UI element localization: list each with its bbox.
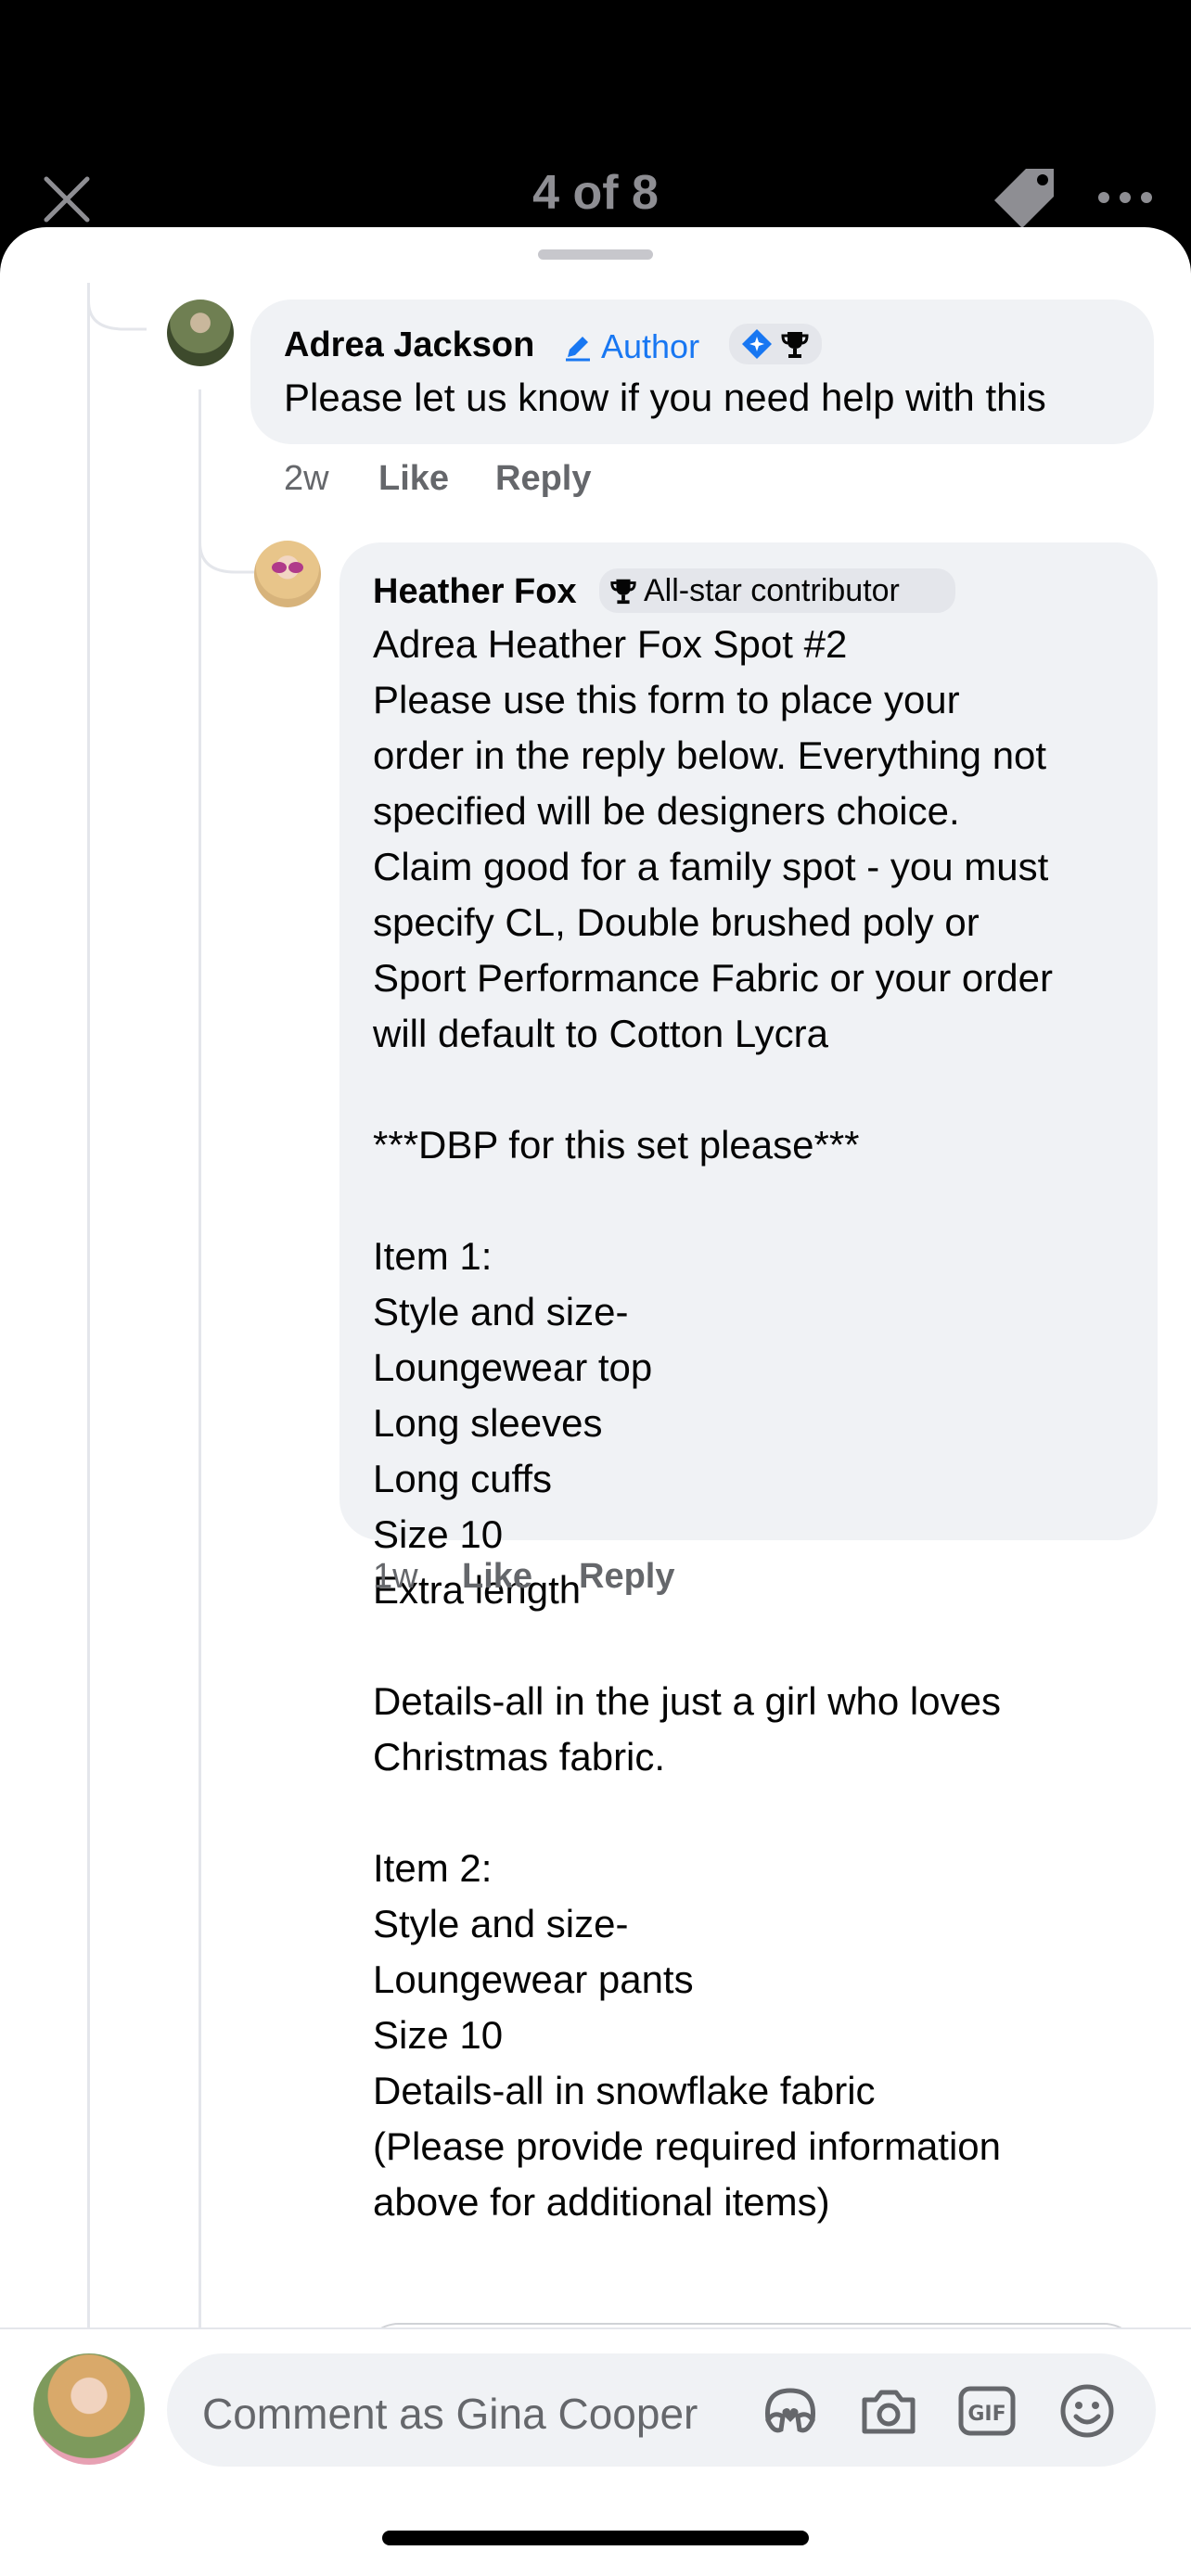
gif-icon[interactable]: GIF (957, 2383, 1017, 2439)
svg-text:GIF: GIF (967, 2403, 1005, 2426)
pencil-icon (566, 337, 590, 362)
thread-line-inner (198, 389, 201, 2402)
all-star-badge[interactable]: All-star contributor (599, 568, 955, 613)
comment-input-placeholder: Comment as Gina Cooper (202, 2390, 698, 2438)
emoji-icon[interactable] (1057, 2383, 1117, 2439)
user-avatar[interactable] (33, 2353, 145, 2465)
diamond-badge-icon (742, 329, 772, 359)
avatar[interactable] (254, 541, 321, 607)
reply-button[interactable]: Reply (495, 459, 591, 499)
trophy-icon (781, 332, 809, 358)
thread-line-outer (87, 283, 90, 2397)
sunglasses-icon (272, 562, 303, 573)
comment-text: Please let us know if you need help with… (284, 376, 1046, 419)
camera-icon[interactable] (859, 2383, 918, 2439)
viewer-top-bar: 4 of 8 (0, 0, 1191, 241)
badges-chip[interactable] (729, 324, 822, 364)
commenter-name[interactable]: Heather Fox (373, 572, 577, 612)
home-indicator (382, 2531, 809, 2545)
thread-curve-2 (198, 524, 254, 574)
trophy-icon (610, 579, 636, 605)
more-options-icon[interactable] (1095, 182, 1156, 213)
comment-time: 2w (284, 459, 329, 498)
avatar-sticker-icon[interactable] (761, 2383, 820, 2439)
like-button[interactable]: Like (378, 459, 449, 499)
comment-time: 1w (373, 1557, 418, 1596)
badge-label: All-star contributor (644, 572, 900, 608)
author-badge: Author (562, 327, 699, 366)
like-button[interactable]: Like (462, 1557, 532, 1597)
comment-input[interactable]: Comment as Gina Cooper GIF (167, 2353, 1156, 2467)
tag-icon[interactable] (989, 165, 1059, 230)
comments-sheet[interactable]: Adrea Jackson Author Please let us know … (0, 227, 1191, 2576)
thread-curve-1 (87, 283, 147, 331)
comment-text: Adrea Heather Fox Spot #2 Please use thi… (373, 622, 1053, 2224)
commenter-name[interactable]: Adrea Jackson (284, 325, 534, 365)
avatar[interactable] (167, 300, 234, 366)
sheet-grabber[interactable] (538, 249, 653, 260)
reply-button[interactable]: Reply (579, 1557, 674, 1597)
author-label: Author (601, 327, 700, 365)
